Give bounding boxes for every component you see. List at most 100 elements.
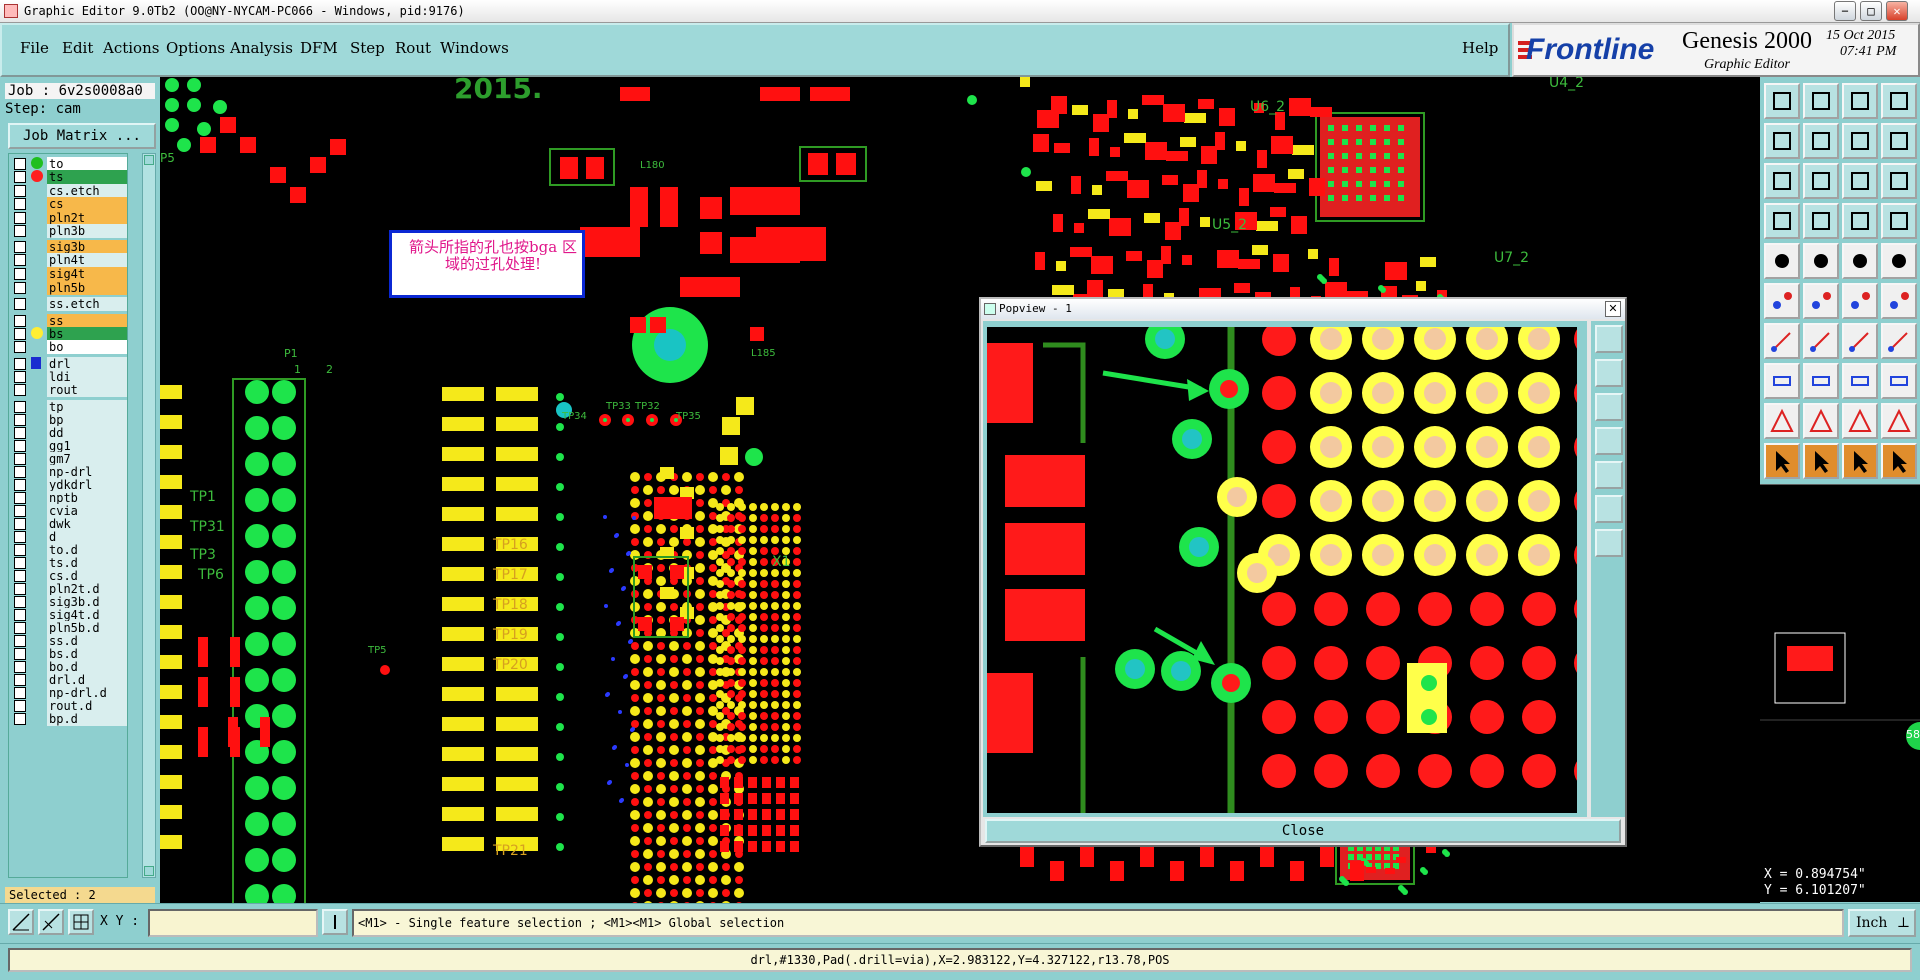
layer-row-cs[interactable]: cs✎ bbox=[11, 197, 127, 211]
layer-checkbox[interactable] bbox=[14, 298, 26, 310]
layer-checkbox[interactable] bbox=[14, 225, 26, 237]
layer-checkbox[interactable] bbox=[14, 341, 26, 353]
layer-checkbox[interactable] bbox=[14, 492, 26, 504]
job-matrix-button[interactable]: Job Matrix ... bbox=[8, 123, 156, 149]
layer-checkbox[interactable] bbox=[14, 185, 26, 197]
pan-icon[interactable] bbox=[1842, 123, 1878, 159]
filter-icon[interactable] bbox=[1881, 323, 1917, 359]
layer-checkbox[interactable] bbox=[14, 687, 26, 699]
menu-options[interactable]: Options bbox=[166, 39, 225, 57]
layer-row-ydkdrl[interactable]: ydkdrl bbox=[11, 478, 127, 492]
layer-checkbox[interactable] bbox=[14, 661, 26, 673]
layer-checkbox[interactable] bbox=[14, 479, 26, 491]
layer-checkbox[interactable] bbox=[14, 268, 26, 280]
layer-row-to[interactable]: to✎ bbox=[11, 157, 127, 171]
layer-checkbox[interactable] bbox=[14, 453, 26, 465]
zoom-fit-icon[interactable] bbox=[1803, 123, 1839, 159]
layer-row-gg1[interactable]: gg1 bbox=[11, 439, 127, 453]
layer-checkbox[interactable] bbox=[14, 212, 26, 224]
grid-icon[interactable] bbox=[1803, 203, 1839, 239]
layer-row-ss-d[interactable]: ss.d✎ bbox=[11, 634, 127, 648]
select-frame-icon[interactable] bbox=[1803, 243, 1839, 279]
triangle-2-icon[interactable] bbox=[1803, 403, 1839, 439]
layer-row-bp-d[interactable]: bp.d bbox=[11, 712, 127, 726]
triangle-3-icon[interactable] bbox=[1842, 403, 1878, 439]
overview-minimap[interactable]: 58 bbox=[1760, 483, 1920, 864]
popview-zoom-in-icon[interactable] bbox=[1595, 325, 1623, 353]
pan-cross-icon[interactable] bbox=[1803, 163, 1839, 199]
delete-icon[interactable] bbox=[1803, 363, 1839, 399]
layer-checkbox[interactable] bbox=[14, 674, 26, 686]
popview-pan-icon[interactable] bbox=[1595, 393, 1623, 421]
menu-step[interactable]: Step bbox=[350, 39, 385, 57]
popview-close-button[interactable]: Close bbox=[985, 819, 1621, 843]
layer-row-ldi[interactable]: ldi bbox=[11, 370, 127, 384]
layer-row-ss[interactable]: ss✎ bbox=[11, 314, 127, 328]
layer-row-dwk[interactable]: dwk bbox=[11, 517, 127, 531]
triangle-1-icon[interactable] bbox=[1764, 403, 1800, 439]
layer-row-pln2t-d[interactable]: pln2t.d✎ bbox=[11, 582, 127, 596]
popview-close-icon[interactable]: ✕ bbox=[1605, 301, 1621, 317]
layer-row-pln5b-d[interactable]: pln5b.d✎ bbox=[11, 621, 127, 635]
layer-copy-icon[interactable] bbox=[1881, 363, 1917, 399]
layer-row-sig3b-d[interactable]: sig3b.d✎ bbox=[11, 595, 127, 609]
layer-row-sig4t-d[interactable]: sig4t.d✎ bbox=[11, 608, 127, 622]
layer-row-to-d[interactable]: to.d✎ bbox=[11, 543, 127, 557]
pointer-4-icon[interactable] bbox=[1881, 443, 1917, 479]
link-icon[interactable] bbox=[1881, 283, 1917, 319]
layer-row-pln5b[interactable]: pln5b✎ bbox=[11, 281, 127, 295]
menu-edit[interactable]: Edit bbox=[62, 39, 93, 57]
layer-checkbox[interactable] bbox=[14, 544, 26, 556]
layer-checkbox[interactable] bbox=[14, 557, 26, 569]
layer-checkbox[interactable] bbox=[14, 596, 26, 608]
layer-row-sig3b[interactable]: sig3b✎ bbox=[11, 240, 127, 254]
snap-icon[interactable] bbox=[1764, 203, 1800, 239]
menu-rout[interactable]: Rout bbox=[395, 39, 431, 57]
close-window-icon[interactable] bbox=[1881, 83, 1917, 119]
layer-row-sig4t[interactable]: sig4t✎ bbox=[11, 267, 127, 281]
layer-row-cs-etch[interactable]: cs.etch bbox=[11, 184, 127, 198]
popview-redraw-icon[interactable] bbox=[1595, 529, 1623, 557]
measure-tool-icon[interactable] bbox=[8, 909, 34, 935]
layer-row-rout[interactable]: rout bbox=[11, 383, 127, 397]
layer-row-np-drl[interactable]: np-drl bbox=[11, 465, 127, 479]
layer-checkbox[interactable] bbox=[14, 700, 26, 712]
scroll-down-arrow-icon[interactable] bbox=[144, 866, 154, 876]
edit-line-icon[interactable] bbox=[1764, 323, 1800, 359]
layer-row-pln2t[interactable]: pln2t✎ bbox=[11, 211, 127, 225]
layer-checkbox[interactable] bbox=[14, 198, 26, 210]
layer-checkbox[interactable] bbox=[14, 384, 26, 396]
popview-window[interactable]: Popview - 1 ✕ Close bbox=[979, 297, 1627, 847]
pointer-1-icon[interactable] bbox=[1764, 443, 1800, 479]
layer-checkbox[interactable] bbox=[14, 414, 26, 426]
annotation-note[interactable]: 箭头所指的孔也按bga 区域的过孔处理! bbox=[389, 230, 585, 298]
menu-analysis[interactable]: Analysis bbox=[230, 39, 293, 57]
layer-row-rout-d[interactable]: rout.d bbox=[11, 699, 127, 713]
layer-checkbox[interactable] bbox=[14, 241, 26, 253]
close-window-button[interactable]: ✕ bbox=[1886, 1, 1908, 21]
layer-row-cvia[interactable]: cvia bbox=[11, 504, 127, 518]
layer-checkbox[interactable] bbox=[14, 518, 26, 530]
popview-fit-icon[interactable] bbox=[1595, 461, 1623, 489]
grid-tool-icon[interactable] bbox=[68, 909, 94, 935]
layer-row-cs-d[interactable]: cs.d✎ bbox=[11, 569, 127, 583]
layer-row-drl-d[interactable]: drl.d bbox=[11, 673, 127, 687]
layer-row-gm7[interactable]: gm7 bbox=[11, 452, 127, 466]
move-icon[interactable] bbox=[1764, 363, 1800, 399]
menu-actions[interactable]: Actions bbox=[103, 39, 159, 57]
layer-checkbox[interactable] bbox=[14, 466, 26, 478]
layer-checkbox[interactable] bbox=[14, 570, 26, 582]
menu-file[interactable]: File bbox=[20, 39, 49, 57]
info-icon[interactable] bbox=[322, 909, 348, 935]
popview-zoom-out-icon[interactable] bbox=[1595, 359, 1623, 387]
connect-icon[interactable] bbox=[1842, 283, 1878, 319]
layer-checkbox[interactable] bbox=[14, 583, 26, 595]
popview-center-icon[interactable] bbox=[1595, 495, 1623, 523]
menu-help[interactable]: Help bbox=[1462, 39, 1498, 57]
layer-row-d[interactable]: d bbox=[11, 530, 127, 544]
rotate-icon[interactable] bbox=[1842, 323, 1878, 359]
scale-icon[interactable] bbox=[1842, 163, 1878, 199]
layer-row-pln4t[interactable]: pln4t bbox=[11, 253, 127, 267]
layer-checkbox[interactable] bbox=[14, 440, 26, 452]
measure-icon[interactable] bbox=[1842, 203, 1878, 239]
